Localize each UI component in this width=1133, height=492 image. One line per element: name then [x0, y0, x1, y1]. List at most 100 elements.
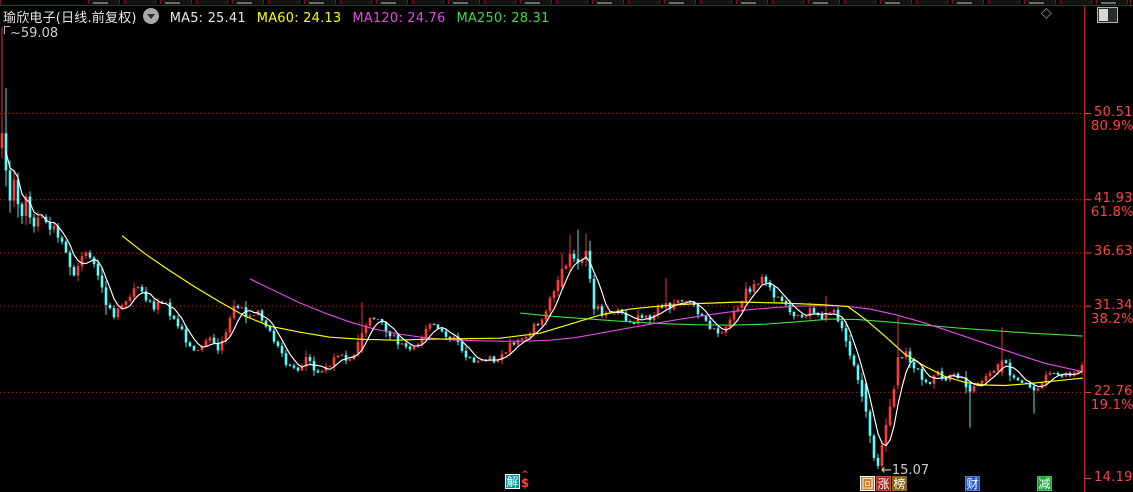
candle-body: [680, 300, 684, 302]
candle-body: [228, 317, 232, 333]
candle-body: [176, 318, 180, 327]
candle-body: [932, 375, 936, 384]
candle-body: [772, 287, 776, 298]
candle-body: [192, 346, 196, 351]
candle-body: [752, 284, 756, 292]
candle-body: [1032, 386, 1036, 391]
candle-body: [984, 376, 988, 381]
candle-body: [340, 354, 344, 356]
candle-body: [720, 332, 724, 334]
candle-body: [72, 267, 76, 276]
candle-body: [372, 318, 376, 320]
candle-body: [328, 366, 332, 368]
candle-body: [68, 252, 72, 268]
candle-body: [552, 291, 556, 298]
candle-body: [216, 343, 220, 351]
candle-body: [288, 364, 292, 366]
candle-body: [92, 257, 96, 264]
candlestick-chart[interactable]: [0, 0, 1133, 492]
axis-percent-label: 38.2%: [1091, 311, 1133, 327]
candle-body: [292, 365, 296, 368]
candle-body: [504, 352, 508, 354]
candle-body: [532, 323, 536, 334]
candle-body: [1036, 388, 1040, 391]
candle-body: [996, 364, 1000, 371]
candle-body: [780, 296, 784, 301]
stock-chart-window: 瑜欣电子(日线.前复权) MA5: 25.41 MA60: 24.13 MA120:…: [0, 0, 1133, 492]
candle-body: [332, 357, 336, 367]
candle-body: [64, 241, 68, 253]
event-marker-cai[interactable]: 财: [965, 476, 980, 491]
candle-body: [60, 237, 64, 242]
event-marker-jian[interactable]: 减: [1037, 476, 1052, 491]
candle-body: [188, 342, 192, 347]
candle-body: [152, 301, 156, 310]
candle-body: [96, 263, 100, 276]
candle-body: [524, 336, 528, 339]
candle-body: [1052, 372, 1056, 374]
candle-body: [744, 288, 748, 303]
event-marker-bang[interactable]: 榜: [892, 476, 907, 491]
candle-body: [776, 296, 780, 298]
candle-body: [468, 357, 472, 359]
event-marker-hui[interactable]: 回: [860, 476, 875, 491]
candle-body: [992, 370, 996, 373]
candle-body: [972, 386, 976, 392]
candle-body: [716, 328, 720, 334]
candle-body: [236, 305, 240, 308]
candle-body: [8, 170, 12, 201]
candle-body: [464, 350, 468, 358]
candle-body: [400, 343, 404, 345]
candle-body: [240, 307, 244, 309]
candle-body: [308, 357, 312, 361]
candle-body: [100, 275, 104, 288]
candle-body: [804, 316, 808, 318]
candle-body: [496, 360, 500, 363]
candle-body: [296, 367, 300, 371]
candle-body: [920, 368, 924, 380]
candle-body: [1004, 360, 1008, 363]
candle-body: [48, 222, 52, 230]
event-marker-zhang[interactable]: 涨: [876, 476, 891, 491]
candle-body: [440, 328, 444, 332]
axis-percent-label: 61.8%: [1091, 205, 1133, 221]
candle-body: [820, 314, 824, 320]
candle-body: [520, 338, 524, 340]
candle-body: [80, 256, 84, 267]
axis-price-label: 14.19: [1094, 470, 1133, 486]
candle-body: [596, 306, 600, 310]
candle-body: [888, 406, 892, 426]
candle-body: [112, 308, 116, 318]
candle-body: [412, 346, 416, 350]
candle-body: [196, 350, 200, 352]
candle-body: [376, 319, 380, 321]
candle-body: [912, 361, 916, 369]
candle-body: [564, 265, 568, 269]
candle-body: [248, 315, 252, 318]
candle-body: [868, 411, 872, 436]
axis-percent-label: 19.1%: [1091, 397, 1133, 413]
candle-body: [740, 302, 744, 308]
event-marker-dollar[interactable]: ^ $: [519, 471, 531, 490]
candle-body: [420, 337, 424, 344]
event-marker-jie[interactable]: 解: [505, 474, 520, 489]
candle-body: [128, 296, 132, 302]
ma-line-ma5: [5, 151, 1083, 447]
candle-body: [124, 301, 128, 306]
candle-body: [140, 286, 144, 292]
candle-body: [788, 304, 792, 312]
candle-body: [272, 330, 276, 342]
candle-body: [872, 435, 876, 458]
candle-body: [560, 268, 564, 287]
candle-body: [516, 339, 520, 345]
candle-body: [732, 310, 736, 320]
candle-body: [676, 300, 680, 304]
candle-body: [640, 315, 644, 318]
candle-body: [316, 370, 320, 373]
candle-body: [428, 324, 432, 329]
candle-body: [232, 305, 236, 318]
candle-body: [4, 133, 8, 171]
candle-body: [852, 355, 856, 366]
candle-body: [208, 337, 212, 341]
candle-body: [876, 457, 880, 466]
